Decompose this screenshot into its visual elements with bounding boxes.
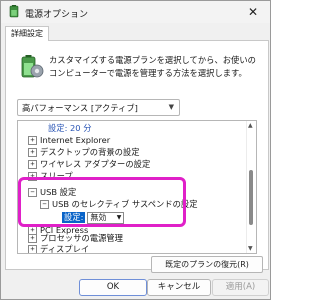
usb-suspend-value: 無効 xyxy=(90,213,107,222)
ok-button[interactable]: OK xyxy=(79,279,147,296)
usb-suspend-value-select[interactable]: 無効 ▼ xyxy=(87,212,125,224)
collapse-icon[interactable]: − xyxy=(28,188,37,197)
power-options-icon xyxy=(9,5,19,18)
tab-advanced-settings[interactable]: 詳細設定 xyxy=(5,26,49,41)
tree-item-label: USB 設定 xyxy=(40,187,77,197)
expand-icon[interactable]: + xyxy=(28,148,37,157)
tree-item-label: スリープ xyxy=(40,171,73,181)
collapse-icon[interactable]: − xyxy=(40,200,49,209)
plan-description: カスタマイズする電源プランを選択してから、お使いのコンピューターで電源を管理する… xyxy=(49,55,256,78)
tree-setting-row[interactable]: 設定: 20 分 xyxy=(48,123,92,134)
settings-tree[interactable]: 設定: 20 分 + Internet Explorer + デスクトップの背景の設… xyxy=(17,120,257,254)
power-plan-select[interactable]: 高パフォーマンス [アクティブ] ▼ xyxy=(17,99,180,116)
setting-label: 設定: xyxy=(48,123,68,133)
restore-default-plan-button[interactable]: 既定のプランの復元(R) xyxy=(151,256,263,273)
tree-item-desktop-background[interactable]: + デスクトップの背景の設定 xyxy=(28,147,140,158)
close-button[interactable]: ✕ xyxy=(236,1,270,23)
tree-item-label: ディスプレイ xyxy=(40,244,90,254)
tree-item-display[interactable]: + ディスプレイ xyxy=(28,244,90,254)
expand-icon[interactable]: + xyxy=(28,160,37,169)
expand-icon[interactable]: + xyxy=(28,234,37,243)
scroll-up-arrow-icon[interactable]: ▲ xyxy=(248,122,253,129)
tree-item-label: プロセッサの電源管理 xyxy=(40,233,123,243)
tree-item-usb-settings[interactable]: − USB 設定 xyxy=(28,187,76,198)
tree-scrollbar[interactable]: ▲ ▼ xyxy=(246,121,256,253)
close-icon: ✕ xyxy=(247,5,259,19)
tree-item-internet-explorer[interactable]: + Internet Explorer xyxy=(28,135,110,146)
tree-item-sleep[interactable]: + スリープ xyxy=(28,171,73,182)
cancel-button[interactable]: キャンセル xyxy=(147,279,211,296)
tree-item-wireless-adapter[interactable]: + ワイヤレス アダプターの設定 xyxy=(28,159,150,170)
apply-button[interactable]: 適用(A) xyxy=(212,279,269,296)
power-plan-battery-icon xyxy=(21,55,44,78)
expand-icon[interactable]: + xyxy=(28,172,37,181)
power-options-window: 電源オプション ✕ 詳細設定 カスタマイズする電源プランを選択してから、お使いの… xyxy=(0,0,271,300)
expand-icon[interactable]: + xyxy=(28,136,37,145)
tree-item-processor-power[interactable]: + プロセッサの電源管理 xyxy=(28,233,123,244)
selected-setting-label: 設定: xyxy=(62,212,86,223)
chevron-down-icon: ▼ xyxy=(168,103,174,111)
tree-item-label: デスクトップの背景の設定 xyxy=(40,147,140,157)
chevron-down-icon: ▼ xyxy=(116,214,122,221)
tree-item-label: Internet Explorer xyxy=(40,135,111,145)
title-bar[interactable]: 電源オプション ✕ xyxy=(1,1,270,23)
power-plan-select-value: 高パフォーマンス [アクティブ] xyxy=(22,103,138,113)
scrollbar-thumb[interactable] xyxy=(249,170,253,225)
tree-item-usb-selective-suspend[interactable]: − USB のセレクティブ サスペンドの設定 xyxy=(40,199,198,210)
window-title: 電源オプション xyxy=(25,10,89,20)
setting-value[interactable]: 20 分 xyxy=(70,123,92,133)
expand-icon[interactable]: + xyxy=(28,245,37,253)
tree-selected-setting-row[interactable]: 設定: 無効 ▼ xyxy=(62,212,125,224)
scroll-down-arrow-icon[interactable]: ▼ xyxy=(248,245,253,252)
tree-item-label: USB のセレクティブ サスペンドの設定 xyxy=(52,199,198,209)
tree-item-label: ワイヤレス アダプターの設定 xyxy=(40,159,151,169)
advanced-settings-panel: カスタマイズする電源プランを選択してから、お使いのコンピューターで電源を管理する… xyxy=(5,40,269,273)
